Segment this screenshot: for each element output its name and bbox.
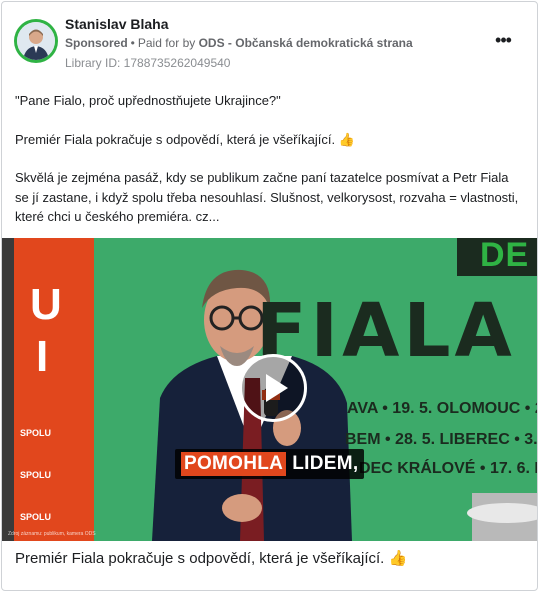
subtitle-rest: LIDEM, bbox=[292, 453, 359, 474]
spolu-logo-3: SPOLU bbox=[20, 428, 52, 438]
separator-dot: • bbox=[130, 36, 135, 50]
spolu-logo-1: SPOLU bbox=[20, 470, 52, 480]
paid-for-prefix: Paid for by bbox=[137, 36, 196, 50]
post-text-line-1: "Pane Fialo, proč upřednostňujete Ukraji… bbox=[15, 93, 281, 108]
play-button[interactable] bbox=[239, 354, 307, 422]
banner-corner-text: DE bbox=[480, 238, 530, 274]
post-text-line-2: Premiér Fiala pokračuje s odpovědí, kter… bbox=[15, 131, 355, 147]
video-caption: Premiér Fiala pokračuje s odpovědí, kter… bbox=[15, 550, 408, 567]
video-subtitle: POMOHLA LIDEM, bbox=[175, 449, 365, 479]
play-icon bbox=[266, 374, 288, 402]
ad-card: Stanislav Blaha Sponsored • Paid for by OD… bbox=[1, 1, 538, 591]
orange-panel-letter-1: U bbox=[30, 280, 62, 329]
tour-dates-row-1: AVA • 19. 5. OLOMOUC • 21. 5. Č bbox=[347, 400, 537, 417]
post-header: Stanislav Blaha Sponsored • Paid for by OD… bbox=[14, 12, 525, 72]
spolu-logo-2: SPOLU bbox=[20, 512, 52, 522]
sponsored-label: Sponsored bbox=[65, 36, 128, 50]
avatar-photo bbox=[17, 22, 55, 60]
tour-dates-row-3: DEC KRÁLOVÉ • 17. 6. BRNO bbox=[359, 460, 537, 477]
tour-dates-row-2: BEM • 28. 5. LIBEREC • 3. 6. PA bbox=[345, 431, 538, 448]
payer-name[interactable]: ODS - Občanská demokratická strana bbox=[199, 36, 413, 50]
subtitle-highlight: POMOHLA bbox=[181, 452, 287, 476]
post-text-line-3: Skvělá je zejména pasáž, kdy se publikum… bbox=[15, 170, 519, 224]
more-options-icon[interactable]: ••• bbox=[491, 31, 515, 50]
sponsored-meta: Sponsored • Paid for by ODS - Občanská dem… bbox=[65, 36, 413, 50]
author-avatar[interactable] bbox=[14, 19, 58, 63]
post-text: "Pane Fialo, proč upřednostňujete Ukraji… bbox=[15, 91, 523, 227]
orange-panel-letter-2: I bbox=[36, 332, 49, 381]
author-name[interactable]: Stanislav Blaha bbox=[65, 16, 169, 32]
video-credit: Zdroj záznamu: publikum, kamera ODS bbox=[8, 531, 96, 537]
library-id: Library ID: 1788735262049540 bbox=[65, 56, 231, 70]
